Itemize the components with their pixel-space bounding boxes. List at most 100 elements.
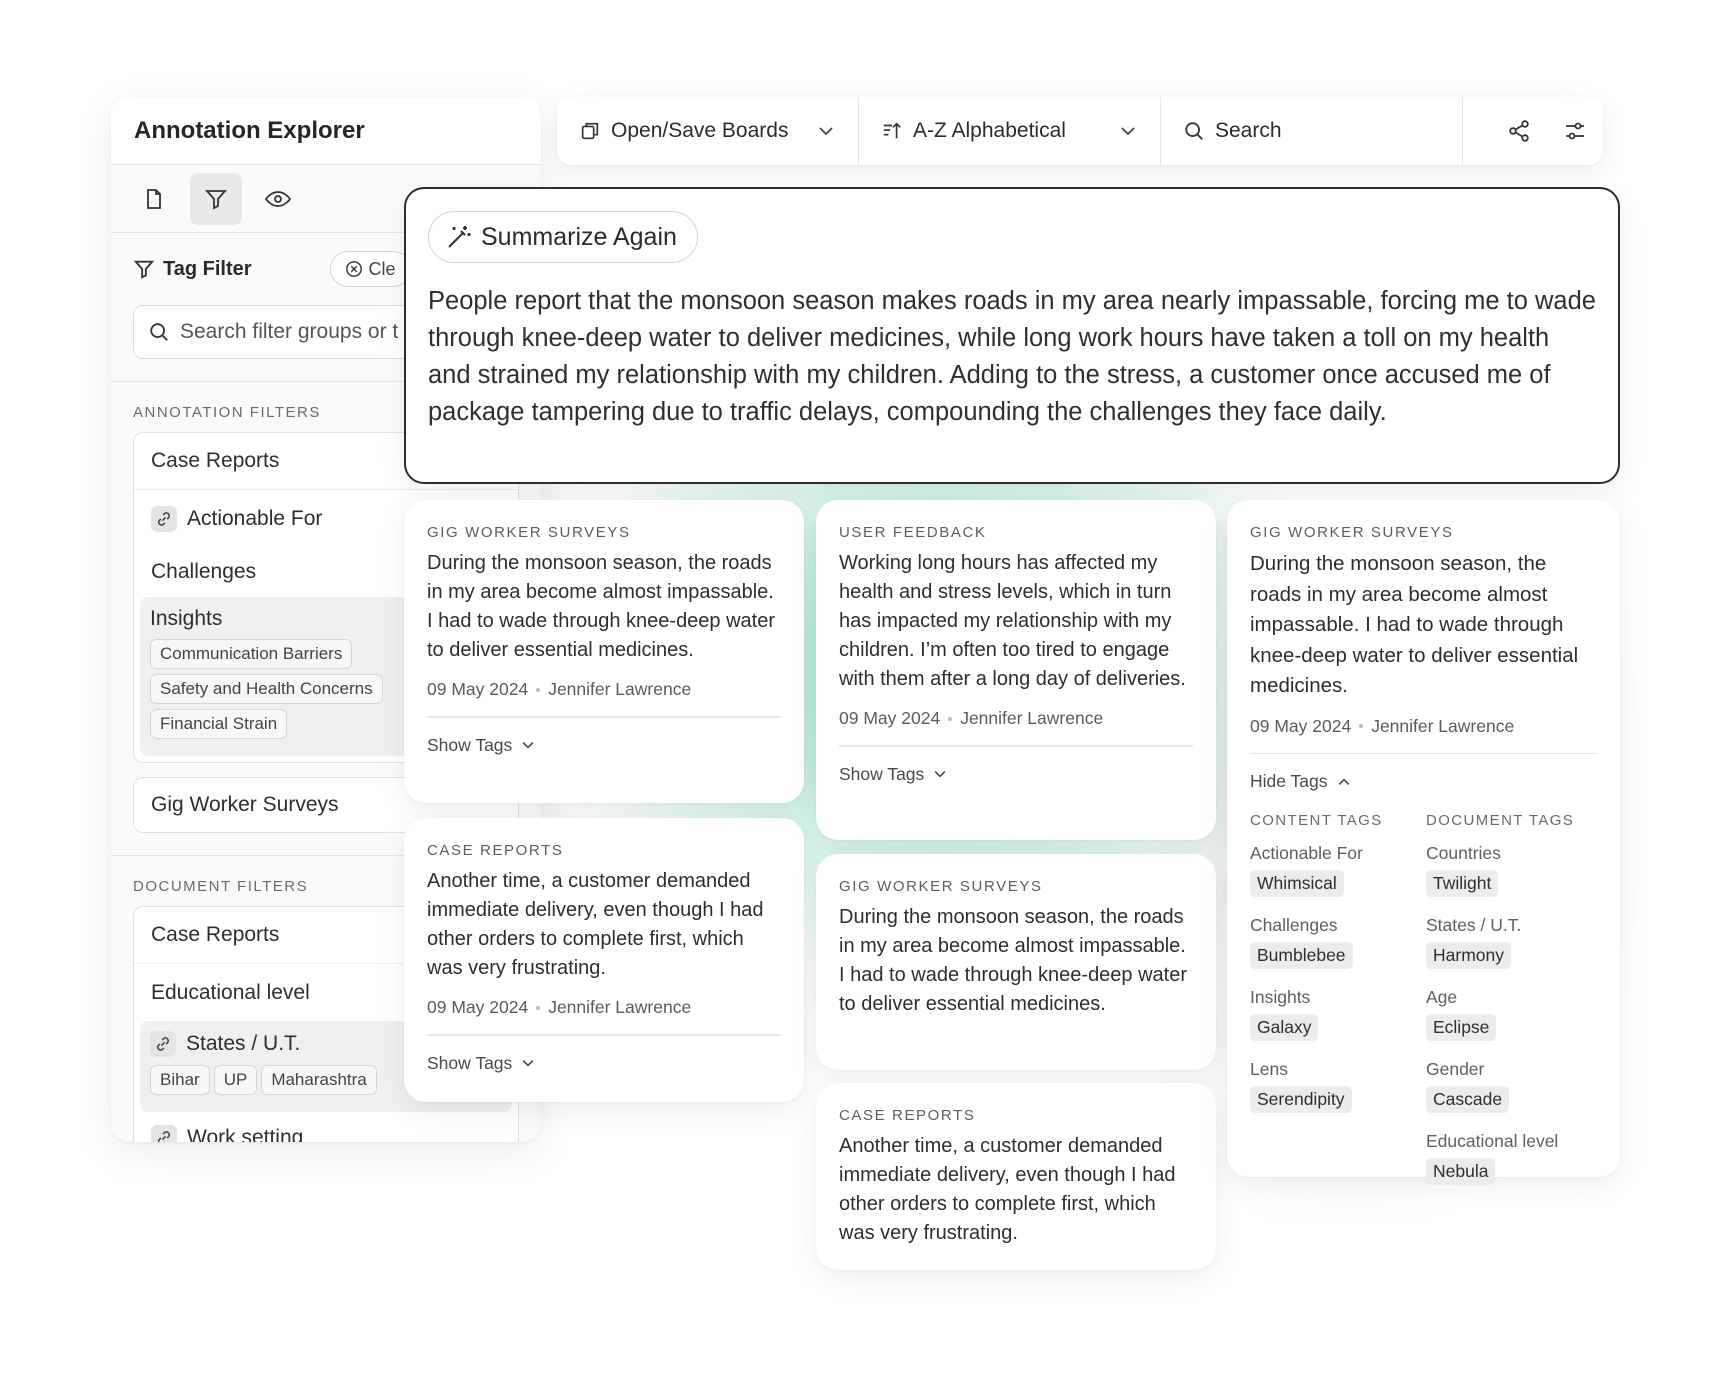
sort-label: A-Z Alphabetical [913,119,1066,142]
document-icon [147,188,161,209]
show-tags-toggle[interactable]: Show Tags [427,735,781,756]
link-icon [151,505,177,532]
content-tags-column: CONTENT TAGS Actionable For Whimsical Ch… [1250,812,1426,1199]
hide-tags-label: Hide Tags [1250,771,1328,791]
settings-sliders-icon[interactable] [1563,119,1587,143]
card-source: USER FEEDBACK [839,524,987,541]
eye-icon [265,190,291,207]
sort-icon [883,122,901,139]
show-tags-label: Show Tags [839,763,925,784]
annotation-card-expanded[interactable]: GIG WORKER SURVEYS During the monsoon se… [1227,500,1620,1185]
show-tags-label: Show Tags [427,1052,513,1073]
tag-name: Challenges [1250,915,1338,935]
document-tags-heading: DOCUMENT TAGS [1426,812,1575,829]
card-author: Jennifer Lawrence [548,997,692,1017]
separator-dot [1359,724,1364,728]
share-icon[interactable] [1507,119,1531,143]
filter-work-setting[interactable]: Work setting [134,1118,518,1142]
separator-dot [948,716,953,721]
search-icon [1185,122,1203,140]
card-source: GIG WORKER SURVEYS [839,878,1043,895]
card-meta: 09 May 2024 Jennifer Lawrence [1250,716,1597,737]
separator-dot [536,1005,541,1010]
view-tool-button[interactable] [252,173,304,225]
card-author: Jennifer Lawrence [1371,715,1515,736]
show-tags-toggle[interactable]: Show Tags [839,764,1193,785]
tag-value: Bumblebee [1250,942,1353,969]
annotation-card[interactable]: GIG WORKER SURVEYS During the monsoon se… [816,854,1216,1070]
card-date: 09 May 2024 [839,708,941,728]
tag-name: Age [1426,987,1458,1007]
chevron-down-icon [1121,127,1135,136]
tag-name: Actionable For [1250,843,1363,863]
card-divider [427,716,781,718]
card-body: During the monsoon season, the roads in … [1250,552,1579,697]
sort-dropdown[interactable]: A-Z Alphabetical [859,97,1161,165]
annotation-card[interactable]: CASE REPORTS Another time, a customer de… [816,1083,1216,1270]
summary-panel: Summarize Again People report that the m… [404,187,1620,484]
clear-filters-label: Cle [368,258,396,279]
tag-name: States / U.T. [1426,915,1522,935]
card-source: CASE REPORTS [839,1107,976,1124]
annotation-card[interactable]: USER FEEDBACK Working long hours has aff… [816,500,1216,840]
summary-text: People report that the monsoon season ma… [428,287,1596,426]
state-chip[interactable]: UP [213,1065,258,1095]
tag-value: Harmony [1426,942,1511,969]
chevron-up-icon [1338,777,1349,785]
card-meta: 09 May 2024 Jennifer Lawrence [427,679,781,700]
tag-value: Nebula [1426,1158,1496,1185]
card-author: Jennifer Lawrence [548,679,692,699]
filter-icon [205,189,227,209]
board-toolbar: Open/Save Boards A-Z Alphabetical Search [557,97,1603,165]
card-divider [839,745,1193,747]
tag-name: Lens [1250,1059,1288,1079]
card-author: Jennifer Lawrence [960,708,1104,728]
insight-chip[interactable]: Communication Barriers [150,639,353,669]
card-date: 09 May 2024 [427,679,529,699]
tag-value: Eclipse [1426,1014,1497,1041]
card-meta: 09 May 2024 Jennifer Lawrence [839,708,1193,729]
document-tags-column: DOCUMENT TAGS Countries Twilight States … [1426,812,1602,1199]
card-body: Another time, a customer demanded immedi… [427,870,764,979]
summarize-again-label: Summarize Again [481,222,677,251]
tag-value: Cascade [1426,1086,1510,1113]
insight-chip[interactable]: Safety and Health Concerns [150,674,383,704]
hide-tags-toggle[interactable]: Hide Tags [1250,771,1597,792]
tag-value: Serendipity [1250,1086,1352,1113]
tag-name: Educational level [1426,1131,1559,1151]
card-body: During the monsoon season, the roads in … [839,906,1188,1015]
chevron-down-icon [522,742,534,749]
tags-grid: CONTENT TAGS Actionable For Whimsical Ch… [1250,812,1597,1199]
filter-work-setting-label: Work setting [187,1126,304,1142]
link-icon [151,1125,177,1142]
annotation-card[interactable]: CASE REPORTS Another time, a customer de… [404,818,804,1102]
tag-name: Insights [1250,987,1311,1007]
filter-icon [133,260,155,279]
annotation-card[interactable]: GIG WORKER SURVEYS During the monsoon se… [404,500,804,803]
state-chip[interactable]: Bihar [150,1065,210,1095]
board-search-input[interactable]: Search [1161,97,1463,165]
insight-chip[interactable]: Financial Strain [150,709,288,739]
clear-filters-button[interactable]: Cle [329,251,411,287]
boards-icon [581,122,599,140]
panel-title: Annotation Explorer [111,97,541,165]
filter-states-label: States / U.T. [186,1032,301,1055]
summarize-again-button[interactable]: Summarize Again [428,211,698,263]
state-chip[interactable]: Maharashtra [261,1065,377,1095]
chevron-down-icon [522,1060,534,1067]
open-save-boards-label: Open/Save Boards [611,119,789,142]
link-icon [150,1031,176,1057]
filter-tool-button[interactable] [190,172,242,225]
card-meta: 09 May 2024 Jennifer Lawrence [427,997,781,1018]
toolbar-actions [1463,119,1587,143]
card-date: 09 May 2024 [1250,715,1352,736]
show-tags-toggle[interactable]: Show Tags [427,1053,781,1074]
tag-value: Galaxy [1250,1014,1319,1041]
card-divider [1250,752,1597,754]
chevron-down-icon [934,771,946,778]
open-save-boards-dropdown[interactable]: Open/Save Boards [557,97,859,165]
document-tool-button[interactable] [128,173,180,225]
tag-name: Countries [1426,843,1501,863]
card-body: Another time, a customer demanded immedi… [839,1135,1176,1244]
show-tags-label: Show Tags [427,734,513,755]
